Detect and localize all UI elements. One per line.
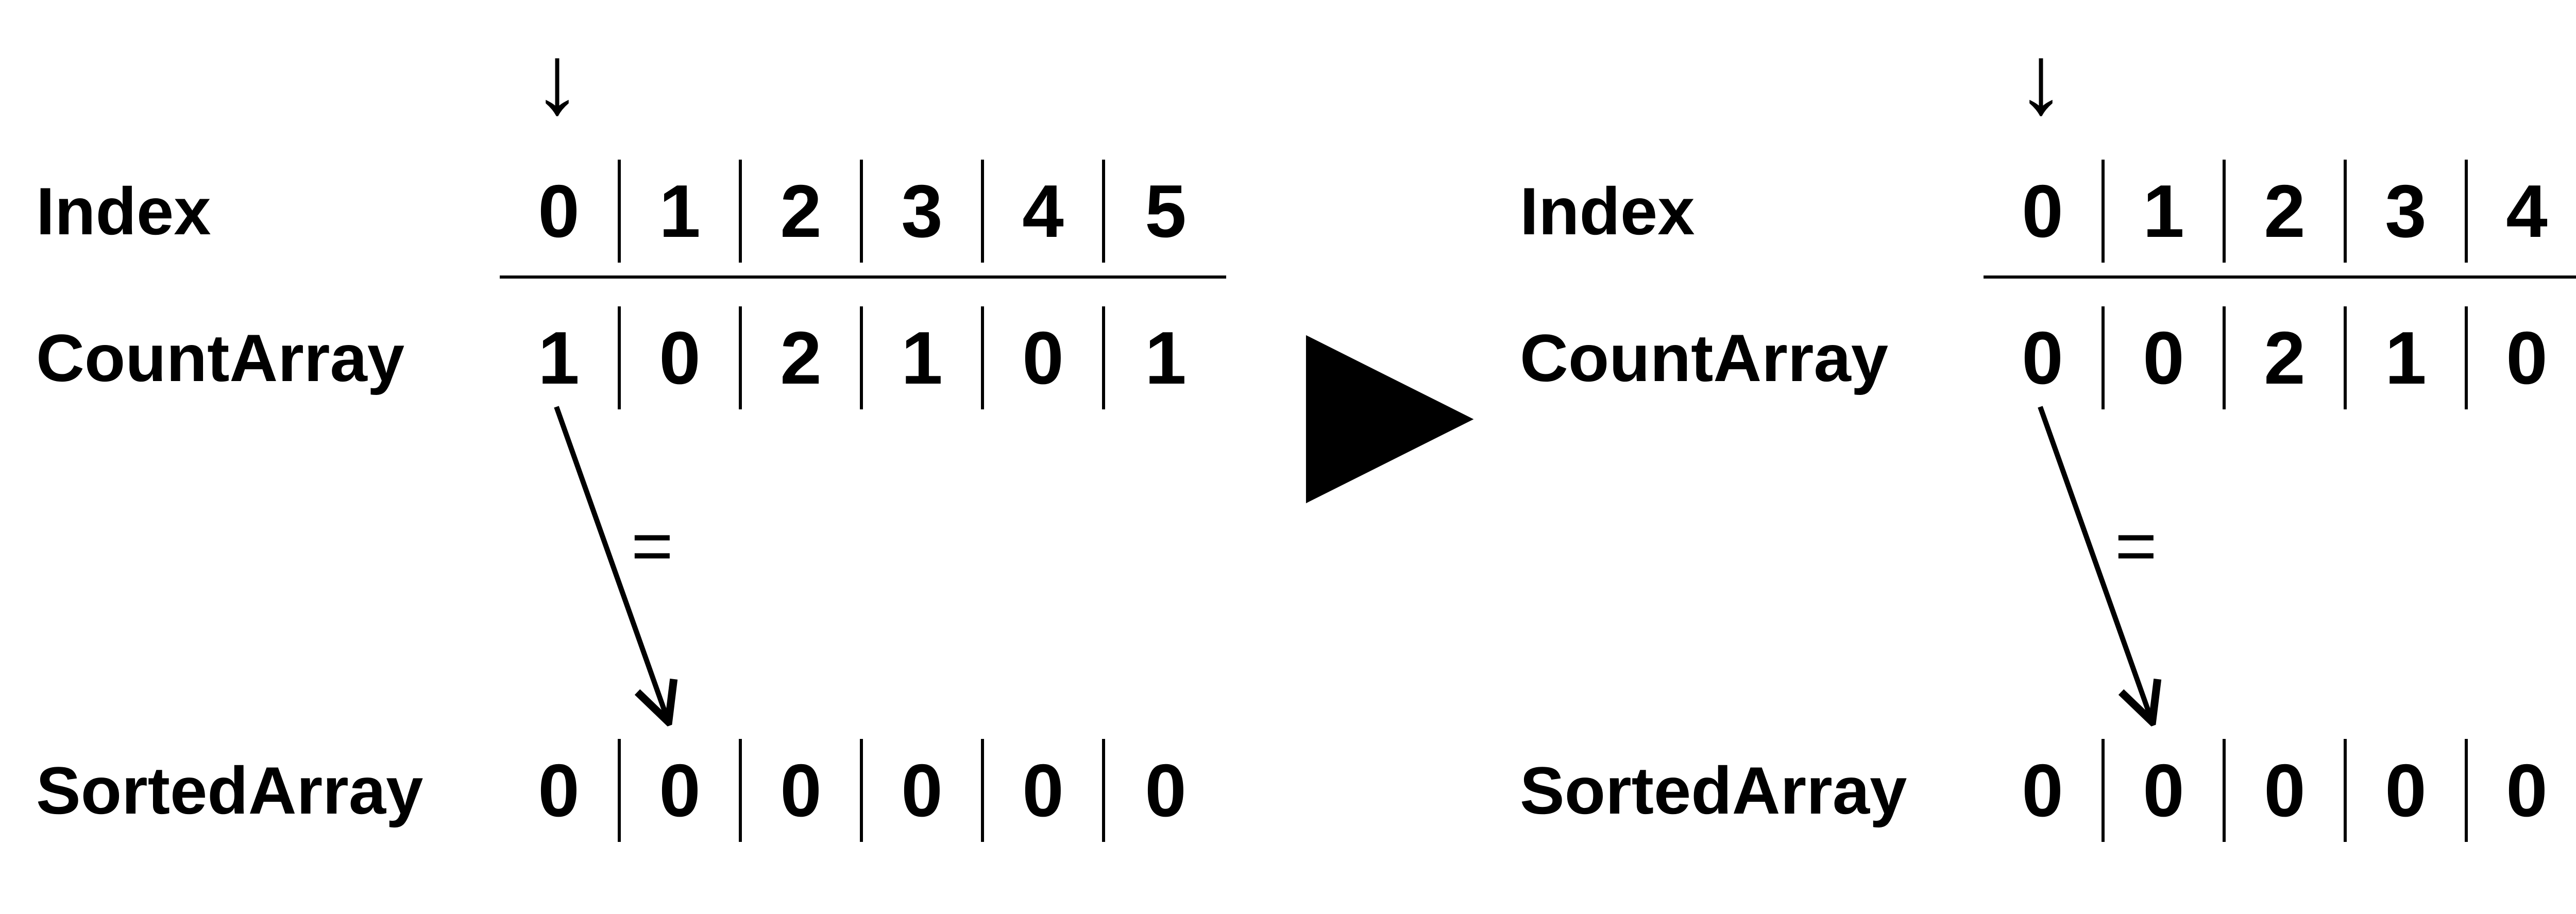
sorted-cell: 0	[2347, 739, 2468, 842]
index-cell: 0	[500, 160, 621, 263]
sorted-row: 0 0 0 0 0 0	[1984, 739, 2576, 842]
label-sorted: SortedArray	[36, 757, 423, 824]
count-cell: 0	[1984, 306, 2105, 409]
equals-sign: =	[631, 510, 673, 582]
count-row: 0 0 2 1 0 1	[1984, 306, 2576, 409]
count-cell: 0	[621, 306, 742, 409]
equals-sign: =	[2115, 510, 2157, 582]
index-cell: 5	[1105, 160, 1226, 263]
sorted-cell: 0	[984, 739, 1105, 842]
label-index: Index	[1520, 178, 1695, 245]
panel-after: ↓ Index CountArray SortedArray 0 1 2 3 4…	[1520, 0, 2576, 914]
label-count: CountArray	[1520, 324, 1888, 391]
count-row: 1 0 2 1 0 1	[500, 306, 1226, 409]
index-cell: 2	[2226, 160, 2347, 263]
index-cell: 1	[2105, 160, 2226, 263]
count-cell: 2	[742, 306, 863, 409]
pointer-arrow-icon: ↓	[2016, 31, 2065, 129]
index-cell: 1	[621, 160, 742, 263]
index-cell: 3	[863, 160, 984, 263]
index-row: 0 1 2 3 4 5	[500, 160, 1226, 263]
pointer-arrow-icon: ↓	[533, 31, 582, 129]
panel-before: ↓ Index CountArray SortedArray 0 1 2 3 4…	[36, 0, 1324, 914]
index-row: 0 1 2 3 4 5	[1984, 160, 2576, 263]
label-sorted: SortedArray	[1520, 757, 1907, 824]
sorted-cell: 0	[621, 739, 742, 842]
divider	[1984, 275, 2576, 279]
index-cell: 0	[1984, 160, 2105, 263]
sorted-cell: 0	[2468, 739, 2576, 842]
label-index: Index	[36, 178, 211, 245]
label-count: CountArray	[36, 324, 404, 391]
count-cell: 0	[984, 306, 1105, 409]
count-cell: 1	[863, 306, 984, 409]
count-cell: 0	[2468, 306, 2576, 409]
count-cell: 1	[2347, 306, 2468, 409]
sorted-cell: 0	[1984, 739, 2105, 842]
sorted-row: 0 0 0 0 0 0	[500, 739, 1226, 842]
index-cell: 2	[742, 160, 863, 263]
transition-play-icon: ▶	[1309, 299, 1467, 505]
index-cell: 4	[984, 160, 1105, 263]
sorted-cell: 0	[1105, 739, 1226, 842]
count-cell: 1	[1105, 306, 1226, 409]
sorted-cell: 0	[863, 739, 984, 842]
sorted-cell: 0	[2105, 739, 2226, 842]
divider	[500, 275, 1226, 279]
count-cell: 2	[2226, 306, 2347, 409]
count-cell: 1	[500, 306, 621, 409]
sorted-cell: 0	[500, 739, 621, 842]
index-cell: 3	[2347, 160, 2468, 263]
sorted-cell: 0	[742, 739, 863, 842]
count-cell: 0	[2105, 306, 2226, 409]
index-cell: 4	[2468, 160, 2576, 263]
diagram-stage: ↓ Index CountArray SortedArray 0 1 2 3 4…	[0, 0, 2576, 914]
sorted-cell: 0	[2226, 739, 2347, 842]
